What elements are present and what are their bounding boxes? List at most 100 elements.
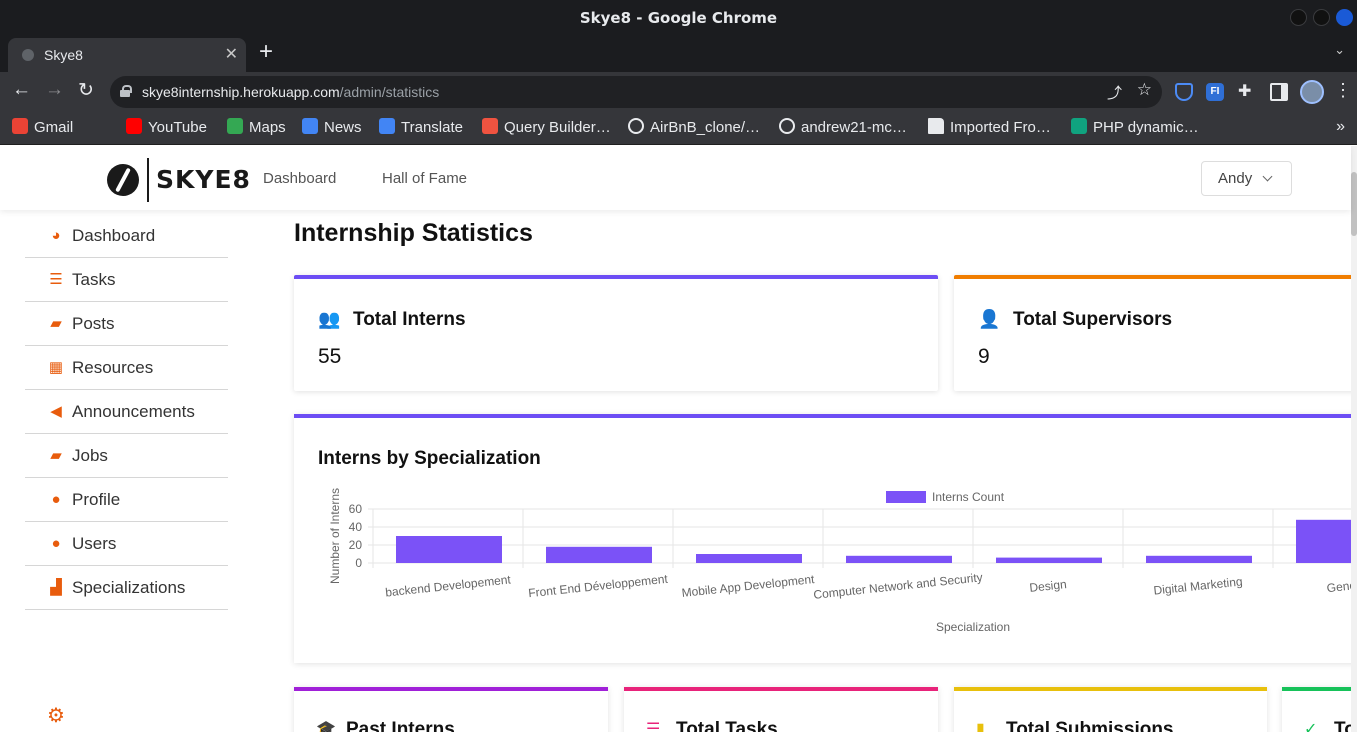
scrollbar-thumb[interactable]	[1351, 172, 1357, 236]
sidebar-item-profile[interactable]: ● Profile	[25, 478, 228, 522]
resources-icon: ▦	[48, 359, 64, 376]
fi-extension-icon[interactable]: FI	[1206, 83, 1224, 101]
bookmark-item[interactable]: andrew21-mc…	[779, 118, 907, 136]
page-scrollbar[interactable]	[1351, 146, 1357, 732]
sidebar-item-label: Posts	[72, 314, 115, 333]
sidebar-item-dashboard[interactable]: ◕ Dashboard	[25, 214, 228, 258]
bookmark-label: Translate	[401, 119, 463, 136]
sidebar-item-label: Profile	[72, 490, 121, 509]
specializations-icon: ▟	[50, 579, 62, 596]
sidebar-item-specializations[interactable]: ▟ Specializations	[25, 566, 228, 610]
x-tick-label: Computer Network and Security	[813, 570, 984, 602]
bookmark-label: andrew21-mc…	[801, 119, 907, 136]
sidebar-item-announcements[interactable]: ◀ Announcements	[25, 390, 228, 434]
window-title: Skye8 - Google Chrome	[579, 9, 778, 27]
sidebar-item-label: Resources	[72, 358, 154, 377]
x-tick-label: backend Developement	[385, 572, 513, 599]
briefcase-icon: ▰	[50, 315, 62, 332]
x-tick-label: Mobile App Development	[681, 572, 816, 600]
y-tick-label: 20	[349, 538, 363, 552]
tab-close-icon[interactable]: ✕	[225, 44, 238, 64]
github-icon	[628, 118, 644, 134]
y-tick-label: 40	[349, 520, 363, 534]
y-tick-label: 60	[349, 502, 363, 516]
news-icon	[302, 118, 318, 134]
tab-search-chevron-icon[interactable]: ⌄	[1334, 42, 1345, 58]
bookmarks-overflow-icon[interactable]: »	[1336, 118, 1345, 136]
card-title: Past Interns	[346, 719, 455, 732]
y-axis-title: Number of Interns	[328, 488, 342, 584]
close-window-button[interactable]	[1336, 9, 1353, 26]
new-tab-button[interactable]: +	[259, 39, 273, 65]
x-tick-label: Design	[1029, 577, 1068, 595]
bookmark-label: Imported Fro…	[950, 119, 1051, 136]
card-value: 55	[318, 345, 342, 368]
minimize-button[interactable]	[1290, 9, 1307, 26]
chatgpt-icon	[1071, 118, 1087, 134]
lock-icon[interactable]	[120, 85, 132, 97]
sidebar-item-users[interactable]: ● Users	[25, 522, 228, 566]
coffee-bean-icon	[107, 164, 139, 196]
bookmark-label: AirBnB_clone/…	[650, 119, 761, 136]
side-panel-icon[interactable]	[1270, 83, 1288, 101]
supervisor-icon: 👤	[978, 309, 1001, 329]
folder-icon	[928, 118, 944, 134]
forward-icon[interactable]: →	[45, 79, 64, 101]
nav-link-dashboard[interactable]: Dashboard	[263, 170, 336, 187]
past-interns-card: 🎓 Past Interns	[294, 687, 608, 732]
maps-icon	[227, 118, 243, 134]
card-value: 9	[978, 345, 990, 368]
share-icon[interactable]: ⤴	[1107, 82, 1122, 103]
bookmark-item[interactable]: News	[302, 118, 362, 136]
total-submissions-card: ▮ Total Submissions	[954, 687, 1267, 732]
tab-skye8[interactable]: Skye8 ✕	[8, 38, 246, 72]
total-tasks-card: ☰ Total Tasks	[624, 687, 938, 732]
address-bar[interactable]: skye8internship.herokuapp.com/admin/stat…	[110, 76, 1162, 108]
interns-by-specialization-card: Interns by Specialization 60 40 20 0 backend…	[294, 414, 1357, 663]
maximize-button[interactable]	[1313, 9, 1330, 26]
profile-avatar[interactable]	[1300, 80, 1324, 104]
sidebar-item-jobs[interactable]: ▰ Jobs	[25, 434, 228, 478]
url-path: /admin/statistics	[339, 84, 440, 100]
tasks-icon: ☰	[646, 721, 661, 732]
logo-text: SKYE8	[156, 165, 251, 194]
sidebar-item-label: Jobs	[72, 446, 108, 465]
bookmark-item[interactable]: AirBnB_clone/…	[628, 118, 760, 136]
card-title: Total Supervisors	[1013, 309, 1173, 330]
bookmark-item[interactable]: PHP dynamic…	[1071, 118, 1199, 136]
total-supervisors-card: 👤 Total Supervisors 9	[954, 275, 1357, 391]
sidebar-item-label: Announcements	[72, 402, 195, 421]
bookmark-item[interactable]: YouTube	[126, 118, 207, 136]
bookmark-label: Gmail	[34, 119, 74, 136]
sidebar-item-resources[interactable]: ▦ Resources	[25, 346, 228, 390]
laravel-icon	[482, 118, 498, 134]
user-menu-button[interactable]: Andy	[1201, 161, 1292, 196]
nav-link-hall-of-fame[interactable]: Hall of Fame	[382, 170, 467, 187]
card-title: Total Interns	[353, 309, 466, 330]
translate-icon	[379, 118, 395, 134]
bookmark-item[interactable]: Maps	[227, 118, 286, 136]
bookmark-star-icon[interactable]: ☆	[1137, 80, 1152, 100]
reload-icon[interactable]: ↻	[78, 79, 94, 102]
extensions-puzzle-icon[interactable]: ✚	[1238, 83, 1256, 101]
bookmark-item[interactable]: Gmail	[12, 118, 73, 136]
bookmark-item[interactable]: Translate	[379, 118, 463, 136]
url-text[interactable]: skye8internship.herokuapp.com/admin/stat…	[142, 84, 439, 100]
bookmark-item[interactable]: Imported Fro…	[928, 118, 1051, 136]
legend-swatch	[886, 491, 926, 503]
bar	[1146, 555, 1252, 563]
bar	[696, 554, 802, 563]
bookmark-item[interactable]: Query Builder…	[482, 118, 611, 136]
bookmarks-bar: Gmail YouTube Maps News Translate Query Build…	[0, 112, 1357, 145]
bar	[546, 546, 652, 563]
site-navbar: SKYE8 Dashboard Hall of Fame Andy	[0, 146, 1351, 210]
chrome-menu-icon[interactable]: ⋮	[1334, 80, 1352, 100]
sidebar-item-tasks[interactable]: ☰ Tasks	[25, 258, 228, 302]
shield-extension-icon[interactable]	[1175, 83, 1193, 101]
url-domain: skye8internship.herokuapp.com	[142, 84, 340, 100]
sidebar-item-posts[interactable]: ▰ Posts	[25, 302, 228, 346]
settings-gear-icon[interactable]: ⚙	[47, 703, 65, 728]
back-icon[interactable]: ←	[12, 79, 31, 101]
github-icon	[779, 118, 795, 134]
sidebar-item-label: Users	[72, 534, 117, 553]
